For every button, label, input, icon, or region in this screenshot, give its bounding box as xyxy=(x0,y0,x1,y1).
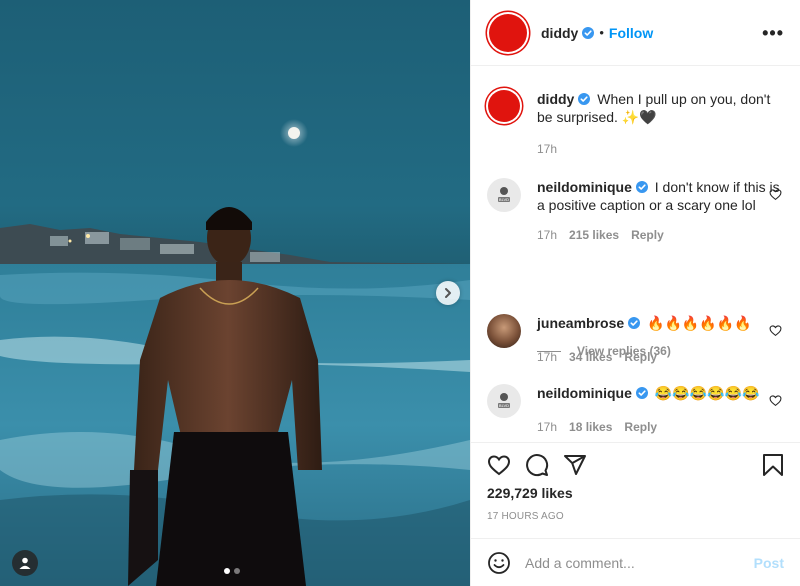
caption-row: diddy When I pull up on you, don't be su… xyxy=(485,90,786,158)
reply-button[interactable]: Reply xyxy=(631,226,664,244)
more-options-icon[interactable]: ••• xyxy=(762,24,784,42)
save-button[interactable] xyxy=(762,453,784,477)
comment-likes[interactable]: 34 likes xyxy=(569,348,612,366)
comment-row: juneambrose 🔥🔥🔥🔥🔥🔥 17h 34 likes Reply xyxy=(485,314,786,366)
comment-icon xyxy=(526,454,549,477)
emoji-icon xyxy=(488,551,510,574)
user-tag-icon xyxy=(19,557,31,569)
comment-timestamp[interactable]: 17h xyxy=(537,226,557,244)
blvd-logo: BLVD xyxy=(498,187,510,202)
tagged-users-button[interactable] xyxy=(12,550,38,576)
comment-row: BLVD neildominique I don't know if this … xyxy=(485,178,786,244)
next-photo-button[interactable] xyxy=(436,281,460,305)
post-timestamp[interactable]: 17 HOURS AGO xyxy=(487,511,784,522)
caption-timestamp[interactable]: 17h xyxy=(537,140,557,158)
moon xyxy=(288,127,300,139)
carousel-dot-active xyxy=(224,568,230,574)
bookmark-icon xyxy=(763,454,783,476)
post-header: diddy • Follow ••• xyxy=(471,0,800,66)
heart-icon xyxy=(487,455,511,476)
separator-dot: • xyxy=(599,25,604,40)
like-button[interactable] xyxy=(487,453,511,477)
verified-badge-icon xyxy=(628,317,641,329)
post-actions: 229,729 likes 17 HOURS AGO xyxy=(471,442,800,538)
post-comment-button[interactable]: Post xyxy=(754,555,784,571)
comment-input[interactable] xyxy=(525,554,754,571)
commenter-avatar[interactable]: BLVD xyxy=(487,384,521,418)
beach-photo-scene xyxy=(0,119,470,586)
comment-username[interactable]: neildominique xyxy=(537,179,632,195)
commenter-avatar[interactable] xyxy=(487,314,521,348)
heart-icon[interactable] xyxy=(769,188,782,201)
likes-count[interactable]: 229,729 likes xyxy=(487,485,784,501)
comment-timestamp[interactable]: 17h xyxy=(537,418,557,436)
carousel-indicator xyxy=(224,568,240,574)
post-sidebar: diddy • Follow ••• diddy When I pull up … xyxy=(470,0,800,586)
comment-username[interactable]: juneambrose xyxy=(537,315,624,331)
comment-likes[interactable]: 18 likes xyxy=(569,418,612,436)
author-avatar-small[interactable] xyxy=(488,90,520,122)
svg-text:BLVD: BLVD xyxy=(499,197,509,202)
verified-badge-icon xyxy=(582,26,595,39)
comment-button[interactable] xyxy=(525,453,549,477)
caption-username[interactable]: diddy xyxy=(537,91,574,107)
post-photo[interactable] xyxy=(0,0,470,586)
add-comment-bar: Post xyxy=(471,538,800,586)
emoji-button[interactable] xyxy=(487,551,511,575)
commenter-avatar[interactable]: BLVD xyxy=(487,178,521,212)
comment-text: 🔥🔥🔥🔥🔥🔥 xyxy=(647,315,752,331)
comment-timestamp[interactable]: 17h xyxy=(537,348,557,366)
blvd-logo: BLVD xyxy=(498,393,510,408)
heart-icon[interactable] xyxy=(769,394,782,407)
verified-badge-icon xyxy=(635,181,648,193)
comments-list[interactable]: diddy When I pull up on you, don't be su… xyxy=(471,66,800,442)
share-button[interactable] xyxy=(563,453,587,477)
reply-button[interactable]: Reply xyxy=(624,348,657,366)
instagram-post: diddy • Follow ••• diddy When I pull up … xyxy=(0,0,800,586)
carousel-dot xyxy=(234,568,240,574)
comment-likes[interactable]: 215 likes xyxy=(569,226,619,244)
verified-badge-icon xyxy=(578,93,591,105)
author-username[interactable]: diddy xyxy=(541,25,578,41)
reply-button[interactable]: Reply xyxy=(624,418,657,436)
verified-badge-icon xyxy=(635,387,648,399)
svg-text:BLVD: BLVD xyxy=(499,403,509,408)
comment-text: 😂😂😂😂😂😂 xyxy=(654,385,760,401)
comment-username[interactable]: neildominique xyxy=(537,385,632,401)
chevron-right-icon xyxy=(445,288,451,298)
follow-button[interactable]: Follow xyxy=(609,25,653,41)
comment-row: BLVD neildominique 😂😂😂😂😂😂 17h 18 likes R… xyxy=(485,384,786,436)
share-icon xyxy=(564,455,586,475)
author-avatar[interactable] xyxy=(489,13,527,52)
heart-icon[interactable] xyxy=(769,324,782,337)
